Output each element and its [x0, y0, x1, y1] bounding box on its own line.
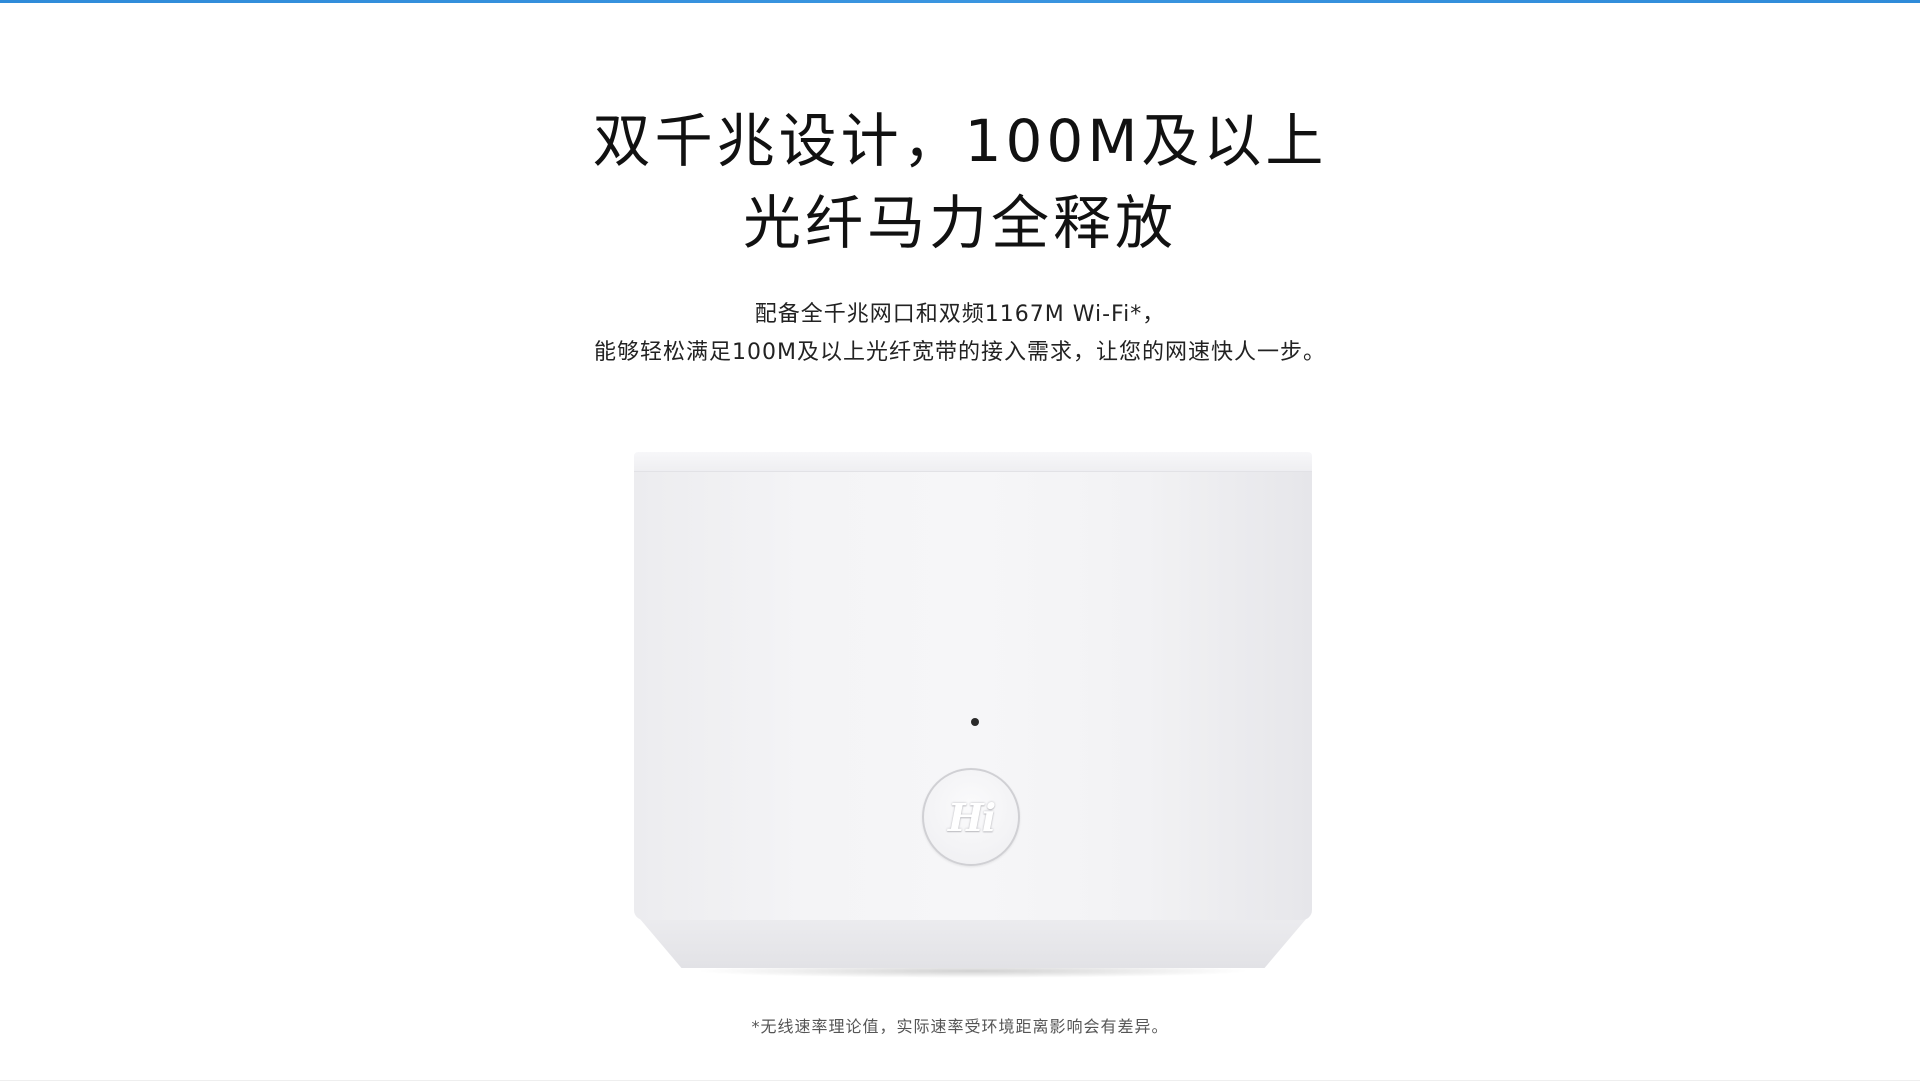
indicator-light: [971, 718, 979, 726]
router-product-image: Hi: [634, 452, 1312, 978]
hi-logo-icon: Hi: [947, 794, 996, 840]
headline-line-1: 双千兆设计，100M及以上: [592, 107, 1328, 175]
router-lid: [634, 452, 1312, 472]
top-accent-bar: [0, 0, 1920, 3]
headline: 双千兆设计，100M及以上 光纤马力全释放: [0, 100, 1920, 264]
speed-footnote: *无线速率理论值，实际速率受环境距离影响会有差异。: [751, 1017, 1169, 1036]
bottom-divider: [0, 1080, 1920, 1081]
description-line-2: 能够轻松满足100M及以上光纤宽带的接入需求，让您的网速快人一步。: [594, 340, 1326, 365]
hi-button: Hi: [922, 768, 1020, 866]
headline-line-2: 光纤马力全释放: [742, 189, 1177, 257]
router-body: Hi: [634, 472, 1312, 920]
feature-description: 配备全千兆网口和双频1167M Wi-Fi*， 能够轻松满足100M及以上光纤宽…: [0, 296, 1920, 372]
description-line-1: 配备全千兆网口和双频1167M Wi-Fi*，: [754, 302, 1166, 327]
router-base: [634, 912, 1312, 968]
